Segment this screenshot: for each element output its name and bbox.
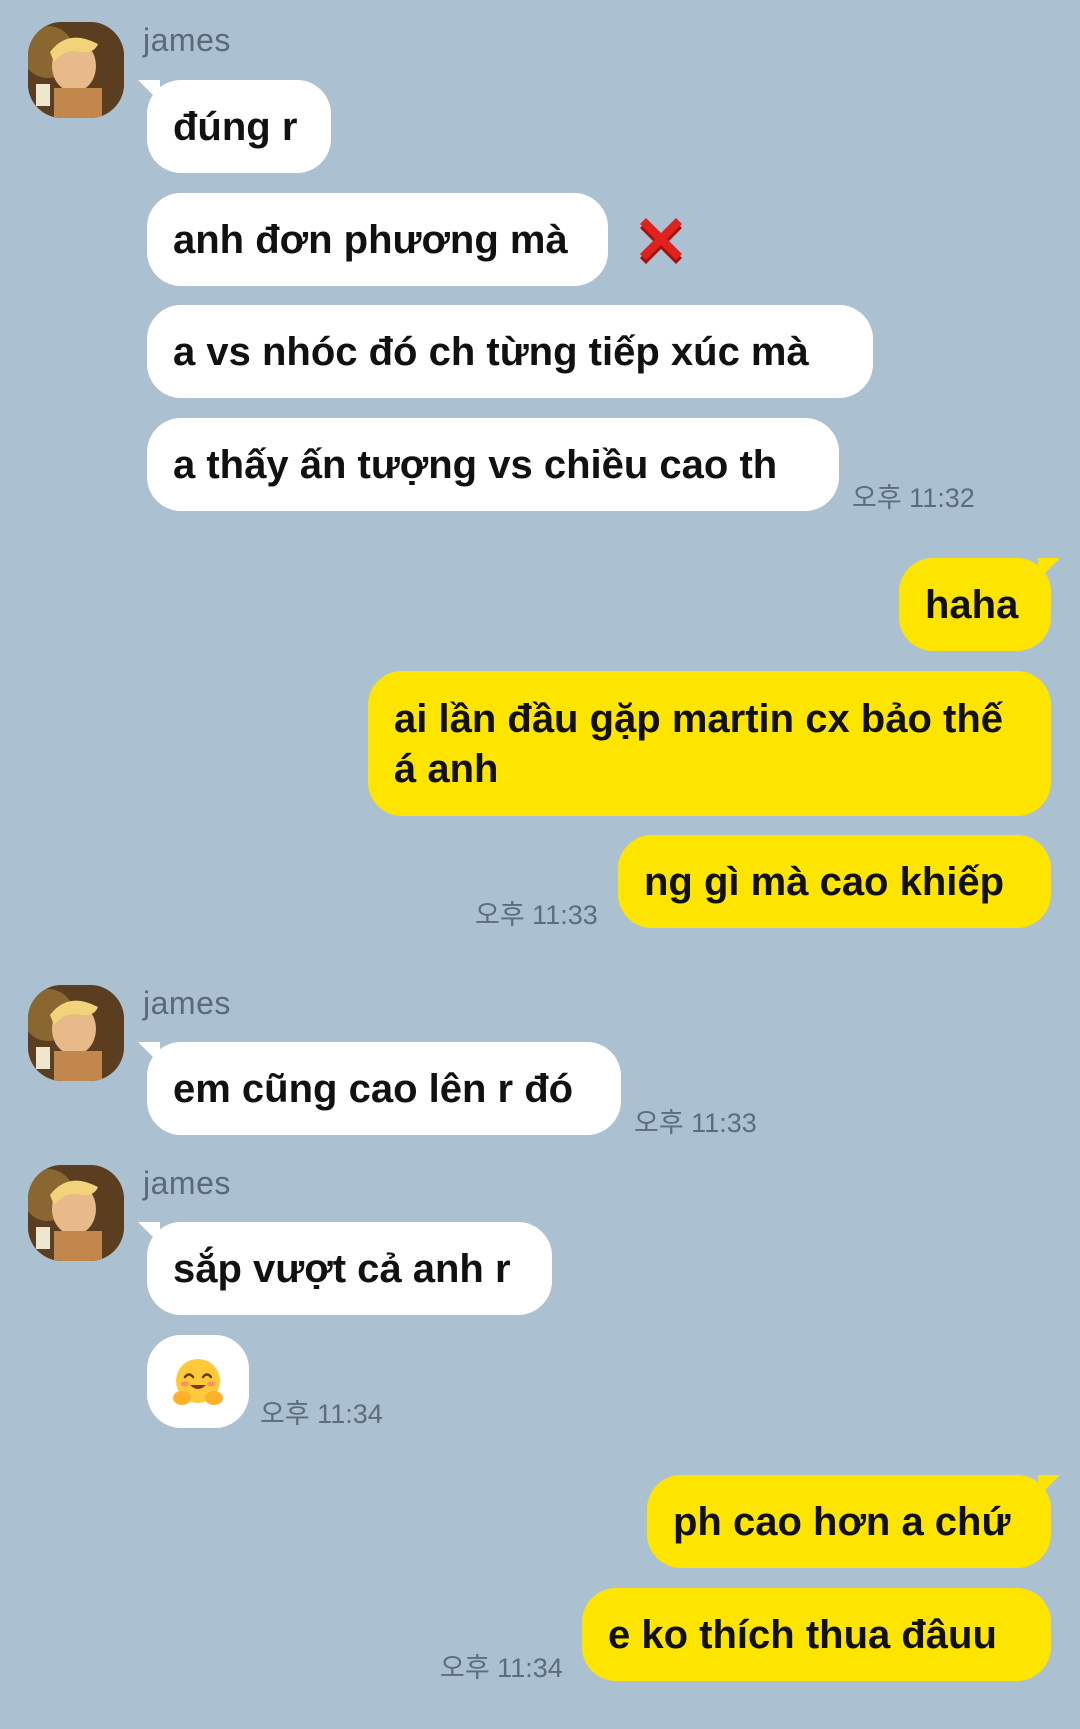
avatar[interactable] xyxy=(28,985,124,1081)
message-bubble-incoming[interactable]: a vs nhóc đó ch từng tiếp xúc mà xyxy=(147,305,873,398)
avatar[interactable] xyxy=(28,22,124,118)
sender-name: james xyxy=(143,1165,231,1201)
timestamp: 오후 11:32 xyxy=(852,483,975,513)
cross-mark-icon xyxy=(636,216,686,266)
message-bubble-incoming[interactable]: em cũng cao lên r đó xyxy=(147,1042,621,1135)
message-bubble-incoming[interactable]: anh đơn phương mà xyxy=(147,193,608,286)
message-bubble-outgoing[interactable]: ph cao hơn a chứ xyxy=(647,1475,1051,1568)
message-bubble-incoming[interactable]: a thấy ấn tượng vs chiều cao th xyxy=(147,418,839,511)
message-bubble-emoji[interactable] xyxy=(147,1335,249,1428)
message-bubble-outgoing[interactable]: ng gì mà cao khiếp xyxy=(618,835,1051,928)
sender-name: james xyxy=(143,22,231,58)
hugging-face-emoji xyxy=(173,1358,223,1405)
message-bubble-incoming[interactable]: đúng r xyxy=(147,80,331,173)
message-bubble-outgoing[interactable]: e ko thích thua đâuu xyxy=(582,1588,1051,1681)
timestamp: 오후 11:34 xyxy=(260,1399,383,1429)
bubble-tail xyxy=(1038,1475,1060,1497)
message-bubble-incoming[interactable]: sắp vượt cả anh r xyxy=(147,1222,552,1315)
avatar[interactable] xyxy=(28,1165,124,1261)
timestamp: 오후 11:33 xyxy=(475,900,598,930)
timestamp: 오후 11:34 xyxy=(440,1653,563,1683)
bubble-tail xyxy=(1038,558,1060,580)
message-bubble-outgoing[interactable]: ai lần đầu gặp martin cx bảo thế á anh xyxy=(368,671,1051,816)
message-bubble-outgoing[interactable]: haha xyxy=(899,558,1051,651)
timestamp: 오후 11:33 xyxy=(634,1108,757,1138)
sender-name: james xyxy=(143,985,231,1021)
